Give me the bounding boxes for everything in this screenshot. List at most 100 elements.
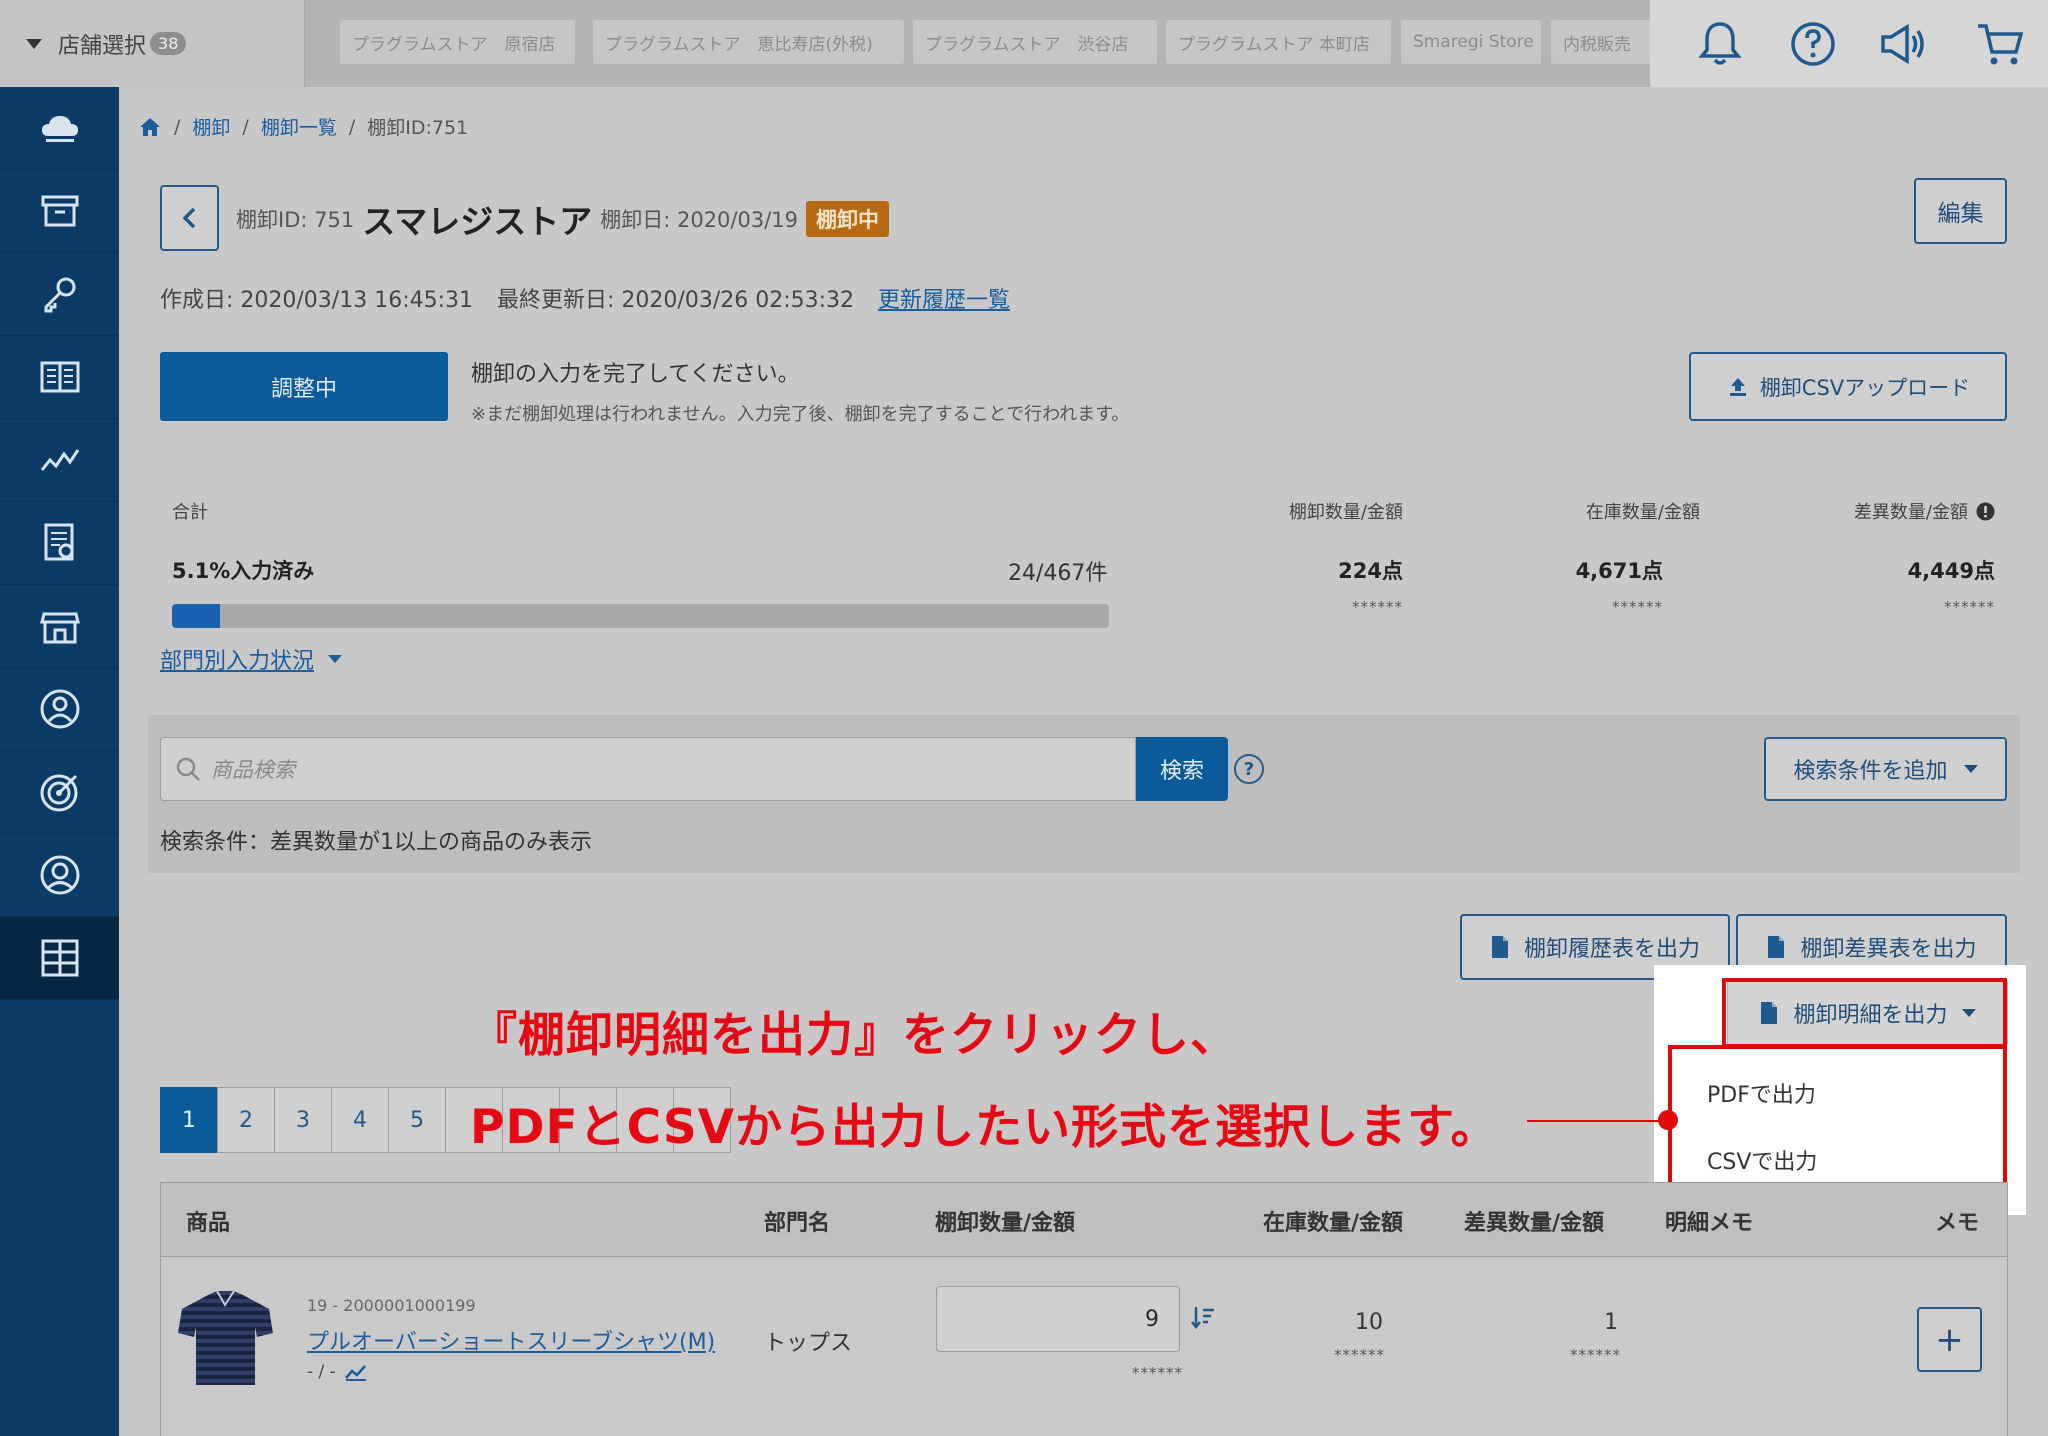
store-tab[interactable]: プラグラムストア 恵比寿店(外税) (593, 20, 904, 64)
search-condition-text: 検索条件：差異数量が1以上の商品のみ表示 (160, 830, 592, 855)
progress-fill (172, 604, 220, 628)
store-tab[interactable]: 内税販売 (1551, 20, 1651, 64)
search-input[interactable]: 商品検索 (160, 737, 1136, 801)
search-placeholder: 商品検索 (211, 758, 295, 782)
breadcrumb-separator: / (242, 115, 249, 138)
dept-link-label: 部門別入力状況 (160, 649, 315, 674)
product-code: 19 - 2000001000199 (307, 1296, 476, 1315)
store-select[interactable]: 店舗選択 38 (0, 0, 305, 87)
store-tab[interactable]: Smaregi Store (1401, 20, 1541, 64)
history-link[interactable]: 更新履歴一覧 (878, 282, 1010, 314)
product-name-link[interactable]: プルオーバーショートスリーブシャツ(M) (307, 1324, 715, 1356)
search-icon (176, 757, 200, 781)
column-header: 差異数量/金額 (1464, 1211, 1605, 1236)
breadcrumb: / 棚卸 / 棚卸一覧 / 棚卸ID:751 (138, 113, 468, 140)
sidebar (0, 87, 119, 1436)
notice: 棚卸の入力を完了してください。 ※まだ棚卸処理は行われません。入力完了後、棚卸を… (471, 356, 1129, 426)
stock-qty: 10 (1355, 1310, 1383, 1335)
upload-icon (1729, 377, 1746, 396)
back-button[interactable] (160, 185, 219, 251)
meta-row: 作成日: 2020/03/13 16:45:31 最終更新日: 2020/03/… (160, 282, 1010, 314)
output-diff-label: 棚卸差異表を出力 (1800, 937, 1977, 962)
grid-icon (41, 939, 78, 977)
adjust-status-button[interactable]: 調整中 (160, 352, 448, 421)
store-count-badge: 38 (150, 32, 187, 55)
store-select-label: 店舗選択 (58, 33, 147, 59)
target-icon (40, 774, 77, 812)
summary-col-amount: ****** (1612, 598, 1663, 616)
page-title: 棚卸ID: 751 スマレジストア 棚卸日: 2020/03/19 棚卸中 (236, 195, 890, 243)
store-icon (39, 612, 80, 644)
add-memo-button[interactable]: + (1917, 1307, 1982, 1372)
search-help-icon[interactable]: ? (1234, 754, 1264, 784)
store-tab[interactable]: プラグラムストア 原宿店 (340, 20, 575, 64)
sidebar-item-user[interactable] (0, 668, 119, 751)
sidebar-item-archive[interactable] (0, 170, 119, 253)
cloud-icon (41, 116, 78, 142)
inventory-date: 棚卸日: 2020/03/19 (600, 208, 799, 232)
store-tab[interactable]: プラグラムストア 渋谷店 (913, 20, 1157, 64)
breadcrumb-separator: / (174, 115, 181, 138)
page-button[interactable]: 3 (274, 1087, 332, 1153)
updated-date: 最終更新日: 2020/03/26 02:53:32 (497, 288, 855, 313)
sidebar-item-grid[interactable] (0, 917, 119, 1000)
sidebar-item-book[interactable] (0, 336, 119, 419)
column-header: メモ (1935, 1211, 1980, 1236)
archive-icon (41, 195, 78, 227)
output-history-label: 棚卸履歴表を出力 (1523, 937, 1700, 962)
cart-icon[interactable] (1974, 18, 2026, 70)
edit-button[interactable]: 編集 (1914, 178, 2007, 244)
menu-item-csv[interactable]: CSVで出力 (1707, 1144, 1817, 1176)
info-icon[interactable] (1976, 502, 1995, 521)
breadcrumb-link[interactable]: 棚卸一覧 (261, 113, 337, 140)
chart-icon[interactable] (344, 1362, 368, 1382)
product-variant: - / - (307, 1362, 368, 1382)
csv-upload-label: 棚卸CSVアップロード (1759, 375, 1971, 400)
sidebar-item-report[interactable] (0, 502, 119, 585)
bell-icon[interactable] (1694, 18, 1746, 70)
breadcrumb-link[interactable]: 棚卸 (192, 113, 230, 140)
csv-upload-button[interactable]: 棚卸CSVアップロード (1689, 352, 2007, 421)
add-condition-button[interactable]: 検索条件を追加 (1764, 737, 2007, 801)
output-detail-menu: PDFで出力 CSVで出力 (1668, 1045, 2007, 1200)
notice-sub: ※まだ棚卸処理は行われません。入力完了後、棚卸を完了することで行われます。 (471, 404, 1130, 425)
caret-down-icon (26, 38, 42, 49)
summary-count-col: 棚卸数量/金額 (1289, 498, 1403, 524)
report-icon (44, 523, 73, 561)
sidebar-item-chart[interactable] (0, 419, 119, 502)
customer-icon (40, 855, 79, 895)
shirt-image (178, 1290, 273, 1385)
search-button[interactable]: 検索 (1136, 737, 1228, 801)
dept-name: トップス (764, 1331, 853, 1356)
dept-input-status-link[interactable]: 部門別入力状況 (160, 643, 343, 675)
megaphone-icon[interactable] (1877, 18, 1929, 70)
column-header: 商品 (186, 1211, 231, 1236)
chart-icon (40, 449, 79, 471)
book-icon (40, 361, 79, 393)
page-button[interactable]: 4 (331, 1087, 389, 1153)
notice-main: 棚卸の入力を完了してください。 (471, 362, 800, 387)
home-icon[interactable] (138, 116, 162, 138)
count-qty-input[interactable]: 9 (936, 1286, 1180, 1352)
status-badge: 棚卸中 (806, 201, 890, 237)
help-icon[interactable] (1787, 18, 1839, 70)
product-variant-text: - / - (307, 1362, 336, 1382)
key-icon (44, 277, 75, 313)
menu-item-pdf[interactable]: PDFで出力 (1707, 1077, 1816, 1109)
created-date: 作成日: 2020/03/13 16:45:31 (160, 288, 474, 313)
store-tab[interactable]: プラグラムストア 本町店 (1166, 20, 1391, 64)
page-button[interactable]: 2 (217, 1087, 275, 1153)
sidebar-item-target[interactable] (0, 751, 119, 834)
sidebar-item-store[interactable] (0, 585, 119, 668)
column-header: 明細メモ (1665, 1211, 1754, 1236)
sort-icon[interactable] (1190, 1304, 1216, 1330)
store-name: スマレジストア (362, 202, 593, 241)
page-button[interactable]: 5 (388, 1087, 446, 1153)
page-button[interactable]: 1 (160, 1087, 218, 1153)
stock-amount: ****** (1334, 1346, 1385, 1364)
sidebar-item-customer[interactable] (0, 834, 119, 917)
summary-col-label: 在庫数量/金額 (1585, 502, 1700, 523)
diff-amount: ****** (1570, 1346, 1621, 1364)
sidebar-item-key[interactable] (0, 253, 119, 336)
sidebar-item-cloud[interactable] (0, 87, 119, 170)
